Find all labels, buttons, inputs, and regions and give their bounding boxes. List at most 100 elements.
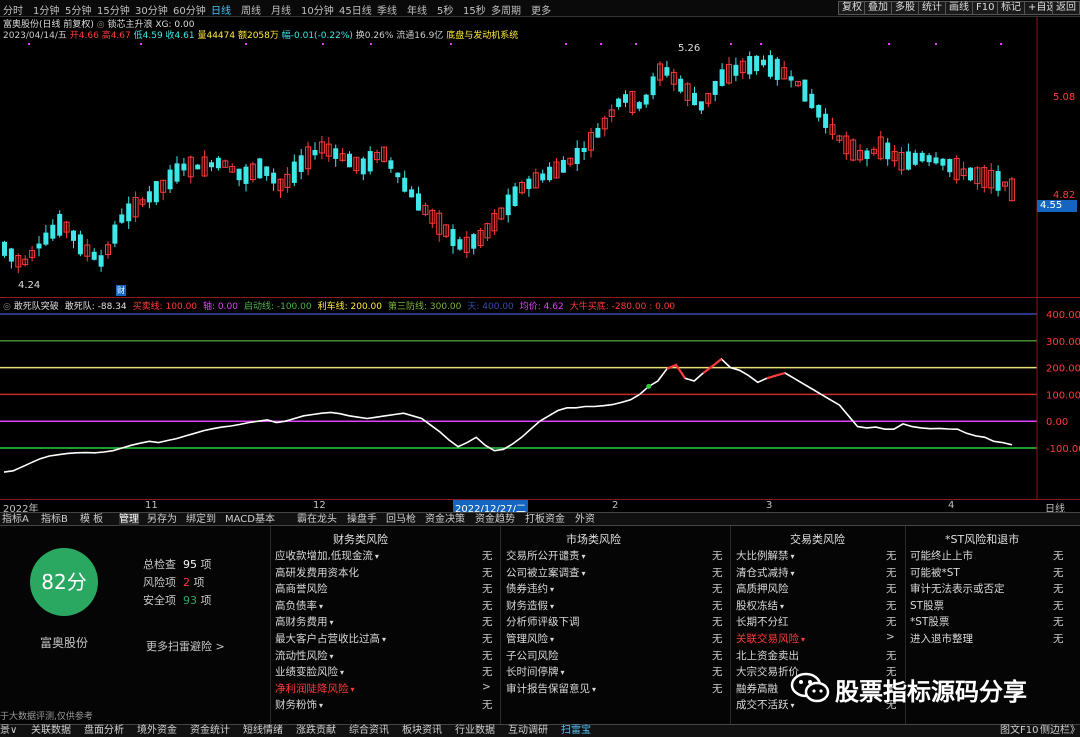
risk-item[interactable]: 进入退市整理 — [910, 631, 973, 646]
indicator-tab[interactable]: 外资 — [575, 513, 595, 526]
period-tab[interactable]: 季线 — [377, 2, 397, 17]
risk-item[interactable]: 公司被立案调查 ▾ — [506, 565, 586, 580]
period-tab[interactable]: 15秒 — [463, 2, 486, 17]
toolbar-button[interactable]: 叠加 — [864, 1, 892, 15]
indicator-tab[interactable]: 回马枪 — [386, 513, 416, 526]
period-tab[interactable]: 5秒 — [437, 2, 453, 17]
risk-item[interactable]: 子公司风险 — [506, 648, 559, 663]
period-tab[interactable]: 年线 — [407, 2, 427, 17]
risk-item[interactable]: 清仓式减持 ▾ — [736, 565, 795, 580]
risk-item[interactable]: 大比例解禁 ▾ — [736, 548, 795, 563]
risk-item[interactable]: 长时间停牌 ▾ — [506, 664, 565, 679]
status-tab[interactable]: 板块资讯 — [402, 725, 442, 737]
risk-item[interactable]: 应收款增加,低现金流 ▾ — [275, 548, 379, 563]
risk-item[interactable]: 股权冻结 ▾ — [736, 598, 784, 613]
status-tab[interactable]: 景∨ — [0, 725, 17, 737]
toolbar-button[interactable]: 复权 — [838, 1, 866, 15]
more-risk-link[interactable]: 更多扫雷避险 > — [146, 638, 225, 654]
risk-item[interactable]: 流动性风险 ▾ — [275, 648, 334, 663]
indicator-tab[interactable]: 另存为 — [147, 513, 177, 526]
risk-item[interactable]: 财务造假 ▾ — [506, 598, 554, 613]
risk-item[interactable]: 北上资金卖出 — [736, 648, 799, 663]
risk-item[interactable]: 高商誉风险 — [275, 581, 328, 596]
risk-value: 无 — [482, 599, 493, 612]
risk-value: 无 — [482, 616, 493, 629]
status-tab[interactable]: 综合资讯 — [349, 725, 389, 737]
toolbar-button[interactable]: F10 — [972, 1, 999, 15]
period-tab[interactable]: 日线 — [211, 2, 231, 17]
status-tab[interactable]: 涨跌贡献 — [296, 725, 336, 737]
status-tab[interactable]: 扫雷宝 — [561, 725, 591, 737]
risk-item[interactable]: 高财务费用 ▾ — [275, 614, 334, 629]
indicator-axis-label: 200.00 — [1046, 364, 1080, 375]
period-tab[interactable]: 月线 — [271, 2, 291, 17]
toolbar-button[interactable]: 标记 — [997, 1, 1025, 15]
status-tab[interactable]: 行业数据 — [455, 725, 495, 737]
finance-event-marker[interactable]: 财 — [116, 285, 126, 296]
risk-item[interactable]: 可能终止上市 — [910, 548, 973, 563]
risk-value: 无 — [712, 682, 723, 695]
toolbar-button[interactable]: 多股 — [891, 1, 919, 15]
indicator-tab[interactable]: 绑定到 — [186, 513, 216, 526]
indicator-tab[interactable]: 资金决策 — [425, 513, 465, 526]
risk-item[interactable]: 财务粉饰 ▾ — [275, 697, 323, 712]
risk-item[interactable]: 业绩变脸风险 ▾ — [275, 664, 344, 679]
status-tab[interactable]: 盘面分析 — [84, 725, 124, 737]
indicator-tab[interactable]: 打板资金 — [525, 513, 565, 526]
indicator-tab[interactable]: 指标A — [2, 513, 29, 526]
risk-item[interactable]: 债券违约 ▾ — [506, 581, 554, 596]
risk-item[interactable]: 高负债率 ▾ — [275, 598, 323, 613]
period-tab[interactable]: 多周期 — [491, 2, 521, 17]
risk-item[interactable]: 最大客户占营收比过高 ▾ — [275, 631, 386, 646]
period-tab[interactable]: 1分钟 — [33, 2, 59, 17]
sidebar-toggle[interactable]: 侧边栏》 — [1040, 725, 1080, 737]
status-tab[interactable]: 关联数据 — [31, 725, 71, 737]
risk-item[interactable]: ST股票 — [910, 598, 944, 613]
indicator-tab[interactable]: 操盘手 — [347, 513, 377, 526]
indicator-tab[interactable]: 资金趋势 — [475, 513, 515, 526]
risk-value: 无 — [1053, 550, 1064, 562]
period-tab[interactable]: 30分钟 — [135, 2, 168, 17]
status-tab[interactable]: 短线情绪 — [243, 725, 283, 737]
period-tab[interactable]: 15分钟 — [97, 2, 130, 17]
risk-item[interactable]: 融券高融 — [736, 681, 778, 696]
indicator-tab[interactable]: 霸在龙头 — [297, 513, 337, 526]
risk-item[interactable]: 分析师评级下调 — [506, 614, 580, 629]
period-tab[interactable]: 60分钟 — [173, 2, 206, 17]
toolbar-button[interactable]: 画线 — [945, 1, 973, 15]
status-tab[interactable]: 互动调研 — [508, 725, 548, 737]
risk-item[interactable]: 净利润陡降风险 ▾ — [275, 681, 355, 696]
risk-item[interactable]: 长期不分红 — [736, 614, 789, 629]
risk-item[interactable]: *ST股票 — [910, 614, 949, 629]
period-tab[interactable]: 更多 — [531, 2, 551, 17]
date-label: 4 — [948, 500, 955, 511]
period-tab[interactable]: 周线 — [241, 2, 261, 17]
candlestick-chart[interactable]: 富奥股份(日线 前复权) ◎ 锁芯主升浪 XG: 0.00 2023/04/14… — [0, 17, 1080, 297]
risk-item[interactable]: 审计无法表示或否定 — [910, 581, 1005, 596]
risk-item[interactable]: 审计报告保留意见 ▾ — [506, 681, 596, 696]
indicator-axis-label: 0.00 — [1046, 417, 1068, 428]
period-tab[interactable]: 45日线 — [339, 2, 372, 17]
indicator-tab[interactable]: 管理 — [119, 513, 139, 526]
period-tab[interactable]: 10分钟 — [301, 2, 334, 17]
period-tab[interactable]: 5分钟 — [65, 2, 91, 17]
indicator-chart[interactable]: 400.00300.00200.00100.000.00-100.00 ◎ 敢死… — [0, 297, 1080, 500]
risk-item[interactable]: 成交不活跃 ▾ — [736, 697, 795, 712]
indicator-tab[interactable]: 指标B — [41, 513, 68, 526]
f10-link[interactable]: 图文F10 — [1000, 725, 1038, 737]
risk-value: 无 — [482, 550, 493, 562]
status-tab[interactable]: 境外资金 — [137, 725, 177, 737]
risk-item[interactable]: 可能被*ST — [910, 565, 960, 580]
risk-item[interactable]: 交易所公开谴责 ▾ — [506, 548, 586, 563]
status-tab[interactable]: 资金统计 — [190, 725, 230, 737]
indicator-tab[interactable]: 模 板 — [80, 513, 103, 526]
period-tab[interactable]: 分时 — [3, 2, 23, 17]
risk-item[interactable]: 关联交易风险 ▾ — [736, 631, 805, 646]
indicator-tab[interactable]: MACD基本 — [225, 513, 275, 526]
indicator-axis-label: -100.00 — [1046, 444, 1080, 455]
risk-item[interactable]: 高研发费用资本化 — [275, 565, 359, 580]
risk-item[interactable]: 管理风险 ▾ — [506, 631, 554, 646]
risk-item[interactable]: 高质押风险 — [736, 581, 789, 596]
toolbar-button[interactable]: 统计 — [918, 1, 946, 15]
toolbar-button[interactable]: 返回 — [1052, 1, 1080, 15]
